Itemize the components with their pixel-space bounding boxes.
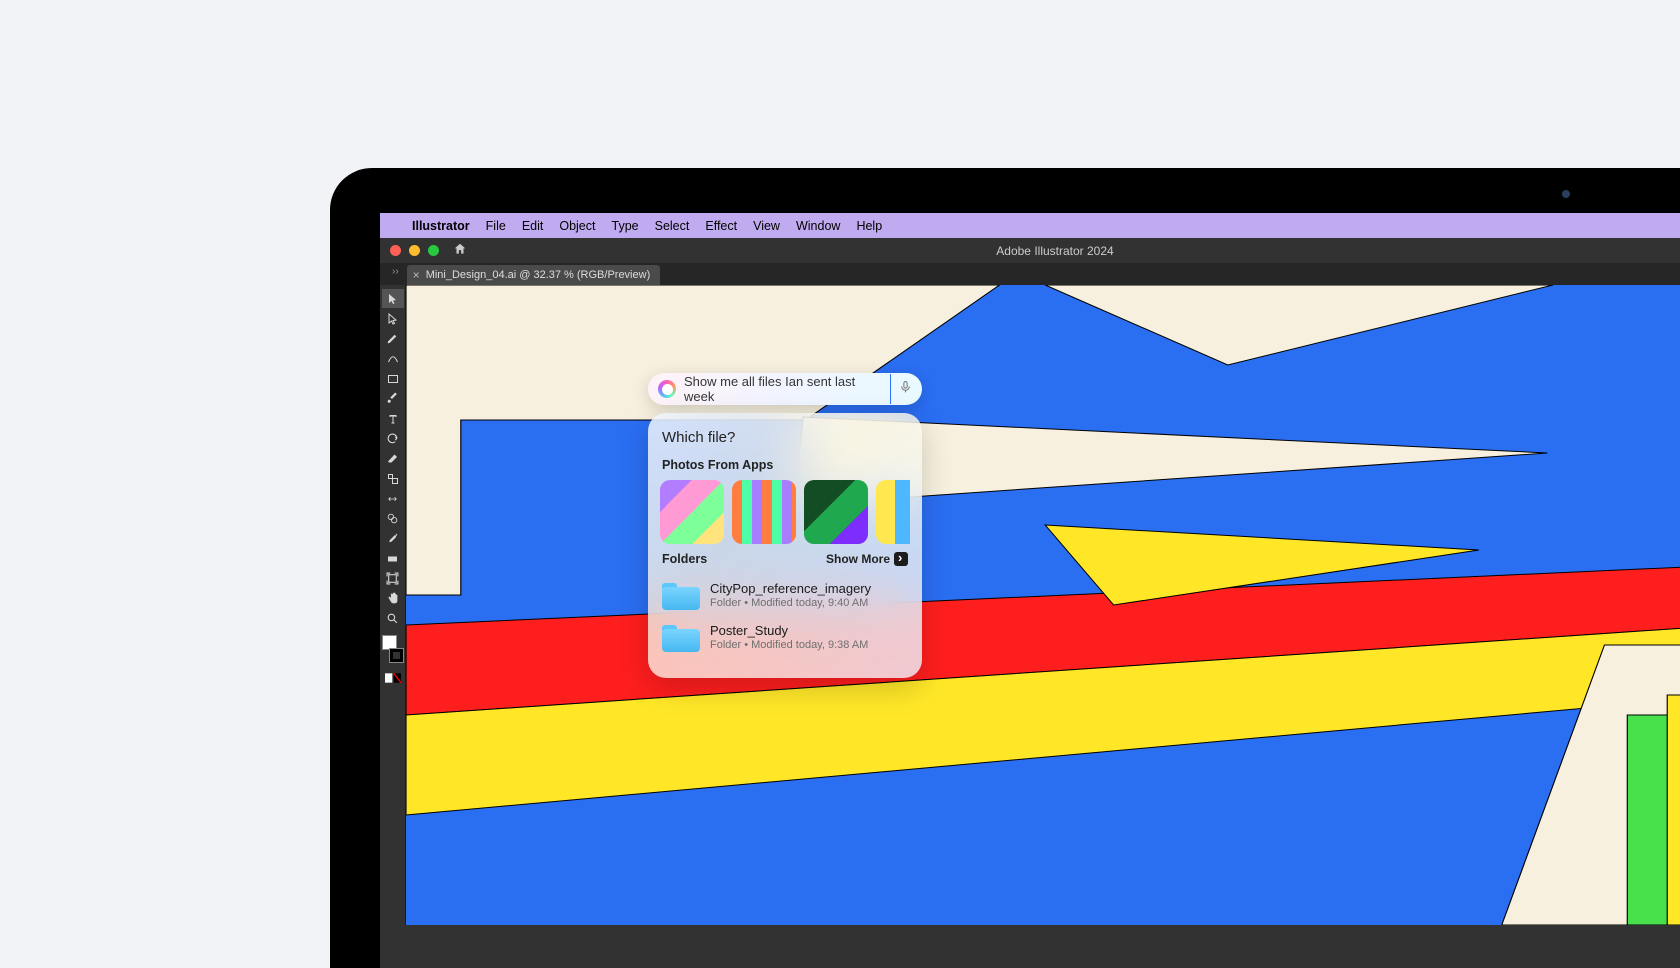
menubar: Illustrator File Edit Object Type Select… xyxy=(380,213,1680,238)
scale-tool[interactable] xyxy=(382,469,404,488)
maximize-window-button[interactable] xyxy=(428,245,439,256)
monitor-frame: Illustrator File Edit Object Type Select… xyxy=(330,168,1680,968)
menubar-effect[interactable]: Effect xyxy=(705,219,737,233)
tab-overflow-icon[interactable]: ›› xyxy=(384,263,407,285)
pen-tool[interactable] xyxy=(382,329,404,348)
width-tool[interactable] xyxy=(382,489,404,508)
folders-section-header: Folders Show More xyxy=(662,552,908,566)
artboard-canvas[interactable] xyxy=(406,285,1680,925)
folder-meta: Folder • Modified today, 9:40 AM xyxy=(710,597,871,609)
rotate-tool[interactable] xyxy=(382,429,404,448)
selection-tool[interactable] xyxy=(382,289,404,308)
photos-section-header: Photos From Apps xyxy=(662,458,908,472)
color-mode-toggle[interactable] xyxy=(382,668,404,687)
show-more-button[interactable]: Show More xyxy=(826,552,908,566)
document-tab-label: Mini_Design_04.ai @ 32.37 % (RGB/Preview… xyxy=(426,269,651,281)
traffic-lights xyxy=(390,245,439,256)
tool-panel xyxy=(380,285,406,925)
menubar-type[interactable]: Type xyxy=(612,219,639,233)
spotlight-overlay: Show me all files Ian sent last week Whi… xyxy=(648,373,922,678)
menubar-edit[interactable]: Edit xyxy=(522,219,544,233)
menubar-help[interactable]: Help xyxy=(856,219,882,233)
photo-thumbnail[interactable] xyxy=(732,480,796,544)
menubar-file[interactable]: File xyxy=(486,219,506,233)
window-title: Adobe Illustrator 2024 xyxy=(855,244,1255,258)
hand-tool[interactable] xyxy=(382,589,404,608)
menubar-app-name[interactable]: Illustrator xyxy=(412,219,470,233)
folder-meta: Folder • Modified today, 9:38 AM xyxy=(710,639,868,651)
minimize-window-button[interactable] xyxy=(409,245,420,256)
eraser-tool[interactable] xyxy=(382,449,404,468)
type-tool[interactable] xyxy=(382,409,404,428)
photos-thumbnail-row xyxy=(660,480,910,544)
fill-stroke-swatches[interactable] xyxy=(382,635,404,663)
shape-builder-tool[interactable] xyxy=(382,509,404,528)
folder-result-item[interactable]: CityPop_reference_imagery Folder • Modif… xyxy=(660,574,910,616)
workspace xyxy=(380,285,1680,925)
screen: Illustrator File Edit Object Type Select… xyxy=(380,213,1680,968)
folder-result-item[interactable]: Poster_Study Folder • Modified today, 9:… xyxy=(660,616,910,658)
curvature-tool[interactable] xyxy=(382,349,404,368)
document-tab[interactable]: × Mini_Design_04.ai @ 32.37 % (RGB/Previ… xyxy=(407,265,661,285)
spotlight-query[interactable]: Show me all files Ian sent last week xyxy=(684,374,891,404)
zoom-tool[interactable] xyxy=(382,609,404,628)
home-icon[interactable] xyxy=(453,242,467,259)
menubar-select[interactable]: Select xyxy=(655,219,690,233)
folder-name: Poster_Study xyxy=(710,623,868,638)
camera-dot xyxy=(1562,190,1570,198)
close-window-button[interactable] xyxy=(390,245,401,256)
siri-icon xyxy=(658,380,676,398)
spotlight-prompt: Which file? xyxy=(662,429,908,446)
folder-name: CityPop_reference_imagery xyxy=(710,581,871,596)
rectangle-tool[interactable] xyxy=(382,369,404,388)
stroke-swatch[interactable] xyxy=(389,648,404,663)
gradient-tool[interactable] xyxy=(382,549,404,568)
menubar-window[interactable]: Window xyxy=(796,219,840,233)
photo-thumbnail[interactable] xyxy=(804,480,868,544)
close-tab-icon[interactable]: × xyxy=(413,268,420,282)
folder-icon xyxy=(662,580,700,610)
eyedropper-tool[interactable] xyxy=(382,529,404,548)
spotlight-result-panel: Which file? Photos From Apps Folders Sho… xyxy=(648,413,922,678)
chevron-right-icon xyxy=(894,552,908,566)
photo-thumbnail[interactable] xyxy=(876,480,910,544)
menubar-view[interactable]: View xyxy=(753,219,780,233)
window-titlebar: Adobe Illustrator 2024 xyxy=(380,238,1680,263)
menubar-object[interactable]: Object xyxy=(559,219,595,233)
direct-selection-tool[interactable] xyxy=(382,309,404,328)
spotlight-search-bar[interactable]: Show me all files Ian sent last week xyxy=(648,373,922,405)
document-tabbar: ›› × Mini_Design_04.ai @ 32.37 % (RGB/Pr… xyxy=(380,263,1680,285)
folder-icon xyxy=(662,622,700,652)
photo-thumbnail[interactable] xyxy=(660,480,724,544)
artboard-tool[interactable] xyxy=(382,569,404,588)
microphone-icon[interactable] xyxy=(899,379,912,400)
paintbrush-tool[interactable] xyxy=(382,389,404,408)
